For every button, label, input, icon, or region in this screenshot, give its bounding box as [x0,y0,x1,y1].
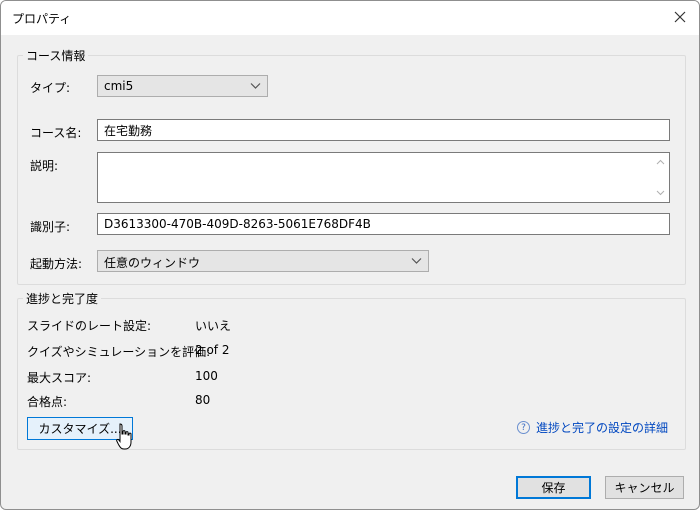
chevron-down-icon [250,83,261,89]
identifier-label: 識別子: [30,220,71,234]
cancel-button[interactable]: キャンセル [605,476,684,499]
passing-score-label: 合格点: [27,395,68,409]
course-info-group-label: コース情報 [23,47,89,64]
close-button[interactable] [669,6,691,28]
quiz-evaluation-label: クイズやシミュレーションを評価: [27,345,211,359]
close-icon [674,11,686,23]
description-label: 説明: [30,159,59,173]
slide-rating-value: いいえ [195,319,232,333]
mouse-pointer-icon [116,423,132,450]
slide-rating-label: スライドのレート設定: [27,319,152,333]
passing-score-value: 80 [195,393,211,407]
properties-dialog: プロパティ コース情報 タイプ: cmi5 コース名: 説明: 識別子: 起動方… [0,0,700,510]
progress-help-link[interactable]: ? 進捗と完了の設定の詳細 [517,419,668,436]
course-name-label: コース名: [30,126,82,140]
title-bar: プロパティ [1,1,699,35]
quiz-evaluation-value: 2 of 2 [195,343,230,357]
description-field[interactable] [97,152,670,203]
max-score-value: 100 [195,369,218,383]
progress-help-link-text: 進捗と完了の設定の詳細 [536,421,669,435]
save-button[interactable]: 保存 [516,476,591,499]
scroll-up-icon[interactable] [656,159,665,165]
launch-method-label: 起動方法: [30,257,83,271]
type-select-value: cmi5 [104,79,134,93]
chevron-down-icon [411,258,422,264]
type-select[interactable]: cmi5 [97,75,268,97]
max-score-label: 最大スコア: [27,371,92,385]
course-name-field[interactable] [97,119,670,141]
launch-method-value: 任意のウィンドウ [104,256,201,270]
progress-group-label: 進捗と完了度 [23,290,102,307]
scroll-down-icon[interactable] [656,190,665,196]
help-icon: ? [517,421,530,434]
dialog-title: プロパティ [12,12,72,26]
launch-method-select[interactable]: 任意のウィンドウ [97,250,429,272]
description-scrollbar[interactable] [652,153,669,202]
identifier-field[interactable] [97,213,670,235]
type-label: タイプ: [30,81,71,95]
